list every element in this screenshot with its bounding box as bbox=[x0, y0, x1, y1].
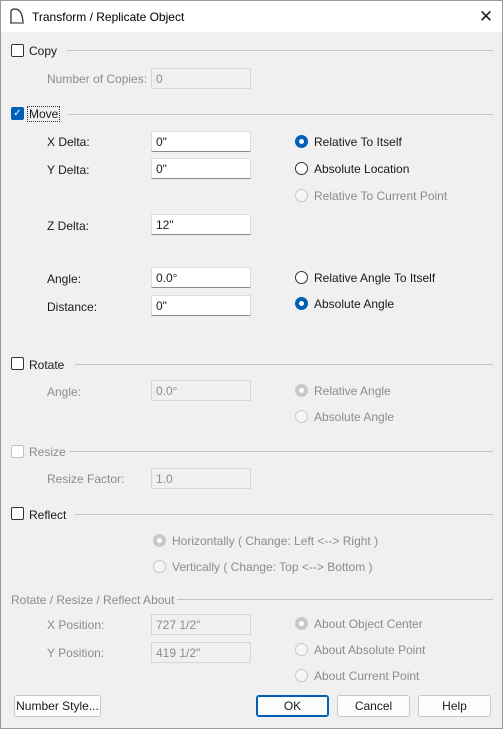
rotate-absolute-angle-radio[interactable] bbox=[295, 410, 308, 423]
absolute-angle-radio[interactable] bbox=[295, 297, 308, 310]
copy-checkbox[interactable] bbox=[11, 44, 24, 57]
reflect-horizontally-radio[interactable] bbox=[153, 534, 166, 547]
absolute-location-radio[interactable] bbox=[295, 162, 308, 175]
about-absolute-point-label: About Absolute Point bbox=[314, 643, 426, 657]
z-delta-label: Z Delta: bbox=[47, 219, 90, 233]
rotate-label: Rotate bbox=[29, 358, 65, 372]
move-checkbox[interactable]: ✓ bbox=[11, 107, 24, 120]
about-absolute-point-radio[interactable] bbox=[295, 643, 308, 656]
reflect-divider bbox=[75, 514, 493, 515]
resize-checkbox[interactable] bbox=[11, 445, 24, 458]
reflect-horizontally-label: Horizontally ( Change: Left <--> Right ) bbox=[172, 534, 379, 548]
rotate-absolute-angle-label: Absolute Angle bbox=[314, 410, 395, 424]
rotate-divider bbox=[75, 364, 493, 365]
reflect-checkbox[interactable] bbox=[11, 507, 24, 520]
number-of-copies-field[interactable]: 0 bbox=[151, 68, 251, 89]
about-current-point-label: About Current Point bbox=[314, 669, 420, 683]
distance-label: Distance: bbox=[47, 300, 98, 314]
about-section-label: Rotate / Resize / Reflect About bbox=[11, 593, 175, 607]
y-position-field[interactable]: 419 1/2" bbox=[151, 642, 251, 663]
window-title: Transform / Replicate Object bbox=[32, 10, 185, 24]
about-object-center-radio[interactable] bbox=[295, 617, 308, 630]
number-style-button[interactable]: Number Style... bbox=[14, 695, 101, 717]
ok-button[interactable]: OK bbox=[256, 695, 329, 717]
y-position-label: Y Position: bbox=[47, 646, 105, 660]
title-bar: Transform / Replicate Object ✕ bbox=[1, 1, 502, 32]
x-delta-label: X Delta: bbox=[47, 135, 90, 149]
about-current-point-radio[interactable] bbox=[295, 669, 308, 682]
about-divider bbox=[177, 599, 493, 600]
move-angle-label: Angle: bbox=[47, 272, 82, 286]
copy-label: Copy bbox=[29, 44, 58, 58]
y-delta-label: Y Delta: bbox=[47, 163, 90, 177]
copy-divider bbox=[67, 50, 493, 51]
reflect-label: Reflect bbox=[29, 508, 67, 522]
distance-field[interactable]: 0" bbox=[151, 295, 251, 316]
resize-factor-label: Resize Factor: bbox=[47, 472, 125, 486]
rotate-angle-field[interactable]: 0.0° bbox=[151, 380, 251, 401]
resize-label: Resize bbox=[29, 445, 66, 459]
close-button[interactable]: ✕ bbox=[472, 3, 500, 29]
cancel-button[interactable]: Cancel bbox=[337, 695, 410, 717]
app-arc-icon bbox=[10, 8, 24, 24]
close-icon: ✕ bbox=[478, 6, 494, 26]
x-position-field[interactable]: 727 1/2" bbox=[151, 614, 251, 635]
move-angle-field[interactable]: 0.0° bbox=[151, 267, 251, 288]
relative-angle-to-itself-label: Relative Angle To Itself bbox=[314, 271, 436, 285]
relative-to-itself-label: Relative To Itself bbox=[314, 135, 402, 149]
move-label: Move bbox=[26, 106, 61, 122]
number-of-copies-label: Number of Copies: bbox=[47, 72, 148, 86]
rotate-checkbox[interactable] bbox=[11, 357, 24, 370]
absolute-location-label: Absolute Location bbox=[314, 162, 410, 176]
resize-factor-field[interactable]: 1.0 bbox=[151, 468, 251, 489]
relative-angle-label: Relative Angle bbox=[314, 384, 391, 398]
relative-to-current-point-label: Relative To Current Point bbox=[314, 189, 448, 203]
relative-angle-to-itself-radio[interactable] bbox=[295, 271, 308, 284]
x-delta-field[interactable]: 0" bbox=[151, 131, 251, 152]
y-delta-field[interactable]: 0" bbox=[151, 158, 251, 179]
rotate-angle-label: Angle: bbox=[47, 385, 82, 399]
relative-angle-radio[interactable] bbox=[295, 384, 308, 397]
about-object-center-label: About Object Center bbox=[314, 617, 423, 631]
relative-to-itself-radio[interactable] bbox=[295, 135, 308, 148]
x-position-label: X Position: bbox=[47, 618, 105, 632]
help-button[interactable]: Help bbox=[418, 695, 491, 717]
reflect-vertically-label: Vertically ( Change: Top <--> Bottom ) bbox=[172, 560, 373, 574]
resize-divider bbox=[69, 451, 493, 452]
z-delta-field[interactable]: 12" bbox=[151, 214, 251, 235]
transform-replicate-dialog: Transform / Replicate Object ✕ Copy Numb… bbox=[0, 0, 503, 729]
move-divider bbox=[68, 114, 493, 115]
relative-to-current-point-radio[interactable] bbox=[295, 189, 308, 202]
reflect-vertically-radio[interactable] bbox=[153, 560, 166, 573]
absolute-angle-label: Absolute Angle bbox=[314, 297, 395, 311]
